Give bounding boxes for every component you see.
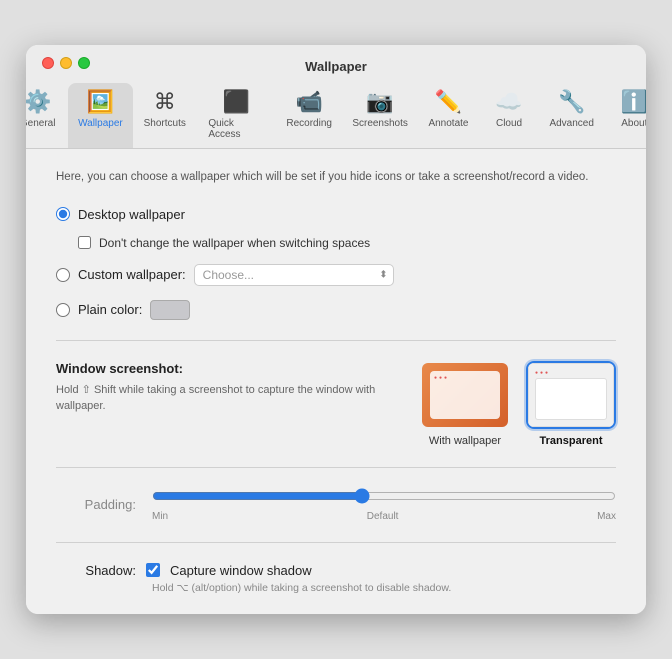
tab-screenshots[interactable]: 📷 Screenshots — [342, 83, 418, 148]
no-change-label: Don't change the wallpaper when switchin… — [99, 236, 370, 250]
window-screenshot-section: Window screenshot: Hold ⇧ Shift while ta… — [56, 361, 616, 447]
tab-general[interactable]: ⚙️ General — [26, 83, 68, 148]
transparent-inner — [535, 378, 607, 420]
window-screenshot-left: Window screenshot: Hold ⇧ Shift while ta… — [56, 361, 400, 415]
cloud-icon: ☁️ — [495, 89, 522, 115]
divider-2 — [56, 467, 616, 468]
tab-shortcuts-label: Shortcuts — [144, 118, 186, 129]
shadow-hint: Hold ⌥ (alt/option) while taking a scree… — [152, 582, 616, 594]
wallpaper-icon: 🖼️ — [87, 89, 114, 115]
screenshots-icon: 📷 — [366, 89, 393, 115]
window-screenshot-options: With wallpaper Transparent — [420, 361, 616, 447]
plain-color-radio[interactable] — [56, 303, 70, 317]
description-text: Here, you can choose a wallpaper which w… — [56, 169, 616, 186]
window-screenshot-label: Window screenshot: — [56, 361, 400, 376]
custom-wallpaper-dropdown[interactable]: Choose... — [194, 264, 394, 286]
shadow-checkbox[interactable] — [146, 563, 160, 577]
tab-cloud[interactable]: ☁️ Cloud — [479, 83, 539, 148]
desktop-wallpaper-radio[interactable] — [56, 207, 70, 221]
content-area: Here, you can choose a wallpaper which w… — [26, 149, 646, 613]
padding-label: Padding: — [56, 497, 136, 512]
tab-cloud-label: Cloud — [496, 118, 522, 129]
close-button[interactable] — [42, 57, 54, 69]
with-wallpaper-label: With wallpaper — [429, 435, 501, 447]
padding-slider[interactable] — [152, 488, 616, 504]
shadow-checkbox-label: Capture window shadow — [170, 563, 312, 578]
tab-general-label: General — [26, 118, 55, 129]
tab-screenshots-label: Screenshots — [352, 118, 408, 129]
about-icon: ℹ️ — [621, 89, 646, 115]
app-window: Wallpaper ⚙️ General 🖼️ Wallpaper ⌘ Shor… — [26, 45, 646, 613]
desktop-wallpaper-label: Desktop wallpaper — [78, 207, 185, 222]
custom-wallpaper-radio[interactable] — [56, 268, 70, 282]
divider-3 — [56, 542, 616, 543]
padding-max-label: Max — [597, 511, 616, 522]
transparent-preview — [528, 363, 614, 427]
with-wallpaper-option: With wallpaper — [420, 361, 510, 447]
tab-annotate[interactable]: ✏️ Annotate — [418, 83, 479, 148]
window-title: Wallpaper — [305, 59, 367, 74]
plain-color-row: Plain color: — [56, 300, 616, 320]
traffic-lights — [42, 57, 90, 69]
shadow-label: Shadow: — [56, 563, 136, 578]
quick-access-icon: ⬛ — [222, 89, 249, 115]
no-change-checkbox[interactable] — [78, 236, 91, 249]
no-change-row: Don't change the wallpaper when switchin… — [78, 236, 616, 250]
desktop-wallpaper-row: Desktop wallpaper — [56, 207, 616, 222]
window-screenshot-desc: Hold ⇧ Shift while taking a screenshot t… — [56, 382, 400, 415]
minimize-button[interactable] — [60, 57, 72, 69]
plain-color-swatch[interactable] — [150, 300, 190, 320]
padding-default-label: Default — [367, 511, 399, 522]
plain-color-label: Plain color: — [78, 302, 142, 317]
titlebar: Wallpaper ⚙️ General 🖼️ Wallpaper ⌘ Shor… — [26, 45, 646, 149]
padding-section: Padding: Min Default Max — [56, 488, 616, 522]
transparent-option: Transparent — [526, 361, 616, 447]
tab-wallpaper[interactable]: 🖼️ Wallpaper — [68, 83, 133, 148]
with-wallpaper-preview — [422, 363, 508, 427]
tab-annotate-label: Annotate — [428, 118, 468, 129]
toolbar: ⚙️ General 🖼️ Wallpaper ⌘ Shortcuts ⬛ Qu… — [26, 83, 646, 148]
with-wallpaper-thumb[interactable] — [420, 361, 510, 429]
custom-wallpaper-label: Custom wallpaper: — [78, 267, 186, 282]
padding-slider-container: Min Default Max — [152, 488, 616, 522]
divider-1 — [56, 340, 616, 341]
padding-min-label: Min — [152, 511, 168, 522]
transparent-thumb[interactable] — [526, 361, 616, 429]
tab-shortcuts[interactable]: ⌘ Shortcuts — [133, 83, 196, 148]
tab-quick-access[interactable]: ⬛ Quick Access — [196, 83, 276, 148]
tab-quick-access-label: Quick Access — [208, 118, 264, 140]
shadow-section: Shadow: Capture window shadow Hold ⌥ (al… — [56, 563, 616, 594]
advanced-icon: 🔧 — [558, 89, 585, 115]
maximize-button[interactable] — [78, 57, 90, 69]
transparent-label: Transparent — [540, 435, 603, 447]
tab-recording[interactable]: 📹 Recording — [276, 83, 342, 148]
custom-wallpaper-dropdown-wrapper: Choose... ⬍ — [194, 264, 394, 286]
shadow-row: Shadow: Capture window shadow — [56, 563, 616, 578]
tab-advanced[interactable]: 🔧 Advanced — [539, 83, 604, 148]
annotate-icon: ✏️ — [435, 89, 462, 115]
general-icon: ⚙️ — [26, 89, 51, 115]
custom-wallpaper-row: Custom wallpaper: Choose... ⬍ — [56, 264, 616, 286]
tab-about-label: About — [621, 118, 646, 129]
tab-about[interactable]: ℹ️ About — [604, 83, 646, 148]
recording-icon: 📹 — [295, 89, 322, 115]
shortcuts-icon: ⌘ — [154, 89, 176, 115]
wallpaper-options: Desktop wallpaper Don't change the wallp… — [56, 207, 616, 320]
tab-wallpaper-label: Wallpaper — [78, 118, 123, 129]
tab-recording-label: Recording — [286, 118, 332, 129]
tab-advanced-label: Advanced — [549, 118, 593, 129]
padding-slider-labels: Min Default Max — [152, 511, 616, 522]
